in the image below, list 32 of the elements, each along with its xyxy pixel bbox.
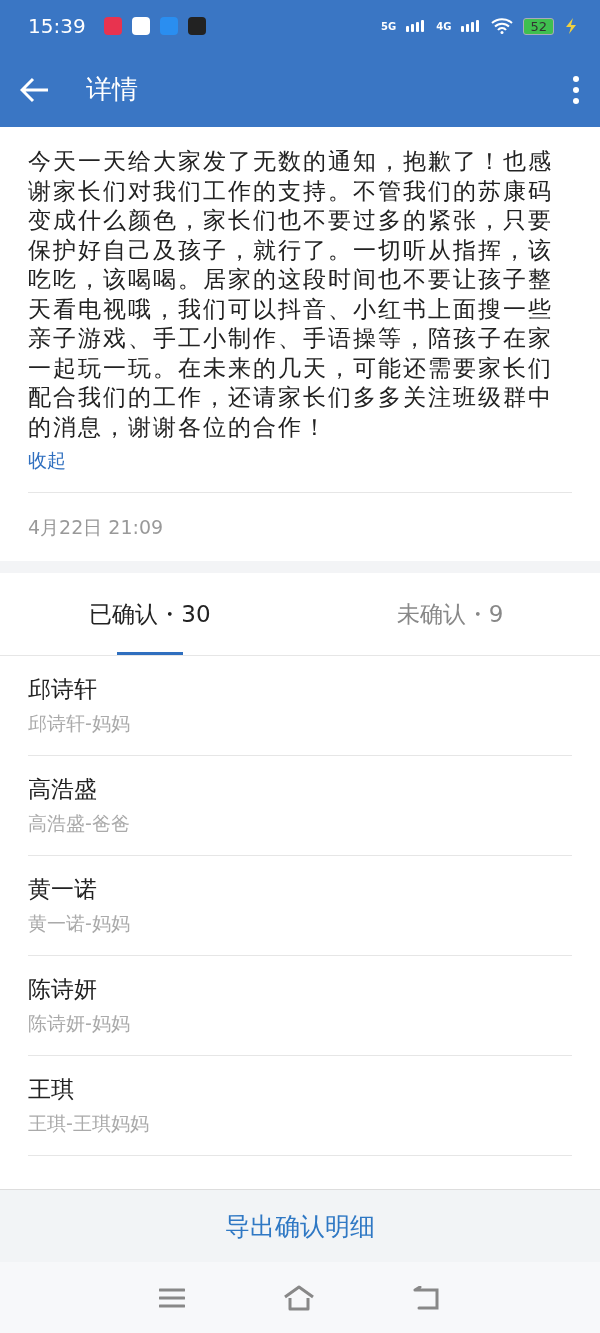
tab[interactable]: 未确认・9 (300, 573, 600, 655)
wifi-icon (491, 18, 514, 34)
export-button[interactable]: 导出确认明细 (219, 1208, 381, 1244)
parent-label: 陈诗妍-妈妈 (28, 1011, 131, 1036)
person-name: 邱诗轩 (28, 675, 98, 704)
parent-label: 高浩盛-爸爸 (28, 811, 131, 836)
notice-text: 今天一天给大家发了无数的通知，抱歉了！也感谢家长们对我们工作的支持。不管我们的苏康码变成什么颜色，家长们也不要过多的紧张，只要保护好自己及孩子，就行了。一切听从指挥，该吃吃，该喝喝。居家的这段时间也不要让孩子整天看电视哦，我们可以抖音、小红书上面搜一些亲子游戏、手工小制作、手语操等，陪孩子在家一起玩一玩。在未来的几天，可能还需要家长们配合我们的工作，还请家长们多多关注班级群中的消息，谢谢各位的合作！ (28, 147, 554, 442)
back-icon[interactable] (413, 1285, 441, 1310)
person-name: 黄一诺 (28, 875, 98, 904)
notice-time: 4月22日 21:09 (28, 516, 164, 538)
charging-icon (564, 18, 578, 34)
app-notification-icon (159, 17, 178, 35)
page-title: 详情 (86, 73, 139, 106)
network-label: 5G (381, 20, 397, 32)
back-arrow-icon[interactable] (20, 76, 50, 103)
home-icon[interactable] (283, 1284, 315, 1311)
tab[interactable]: 已确认・30 (0, 573, 300, 655)
person-name: 王琪 (28, 1075, 75, 1104)
collapse-link[interactable]: 收起 (28, 448, 66, 474)
status-time: 15:39 (28, 14, 86, 38)
person-name: 高浩盛 (28, 775, 98, 804)
person-name: 陈诗妍 (28, 975, 98, 1004)
signal-icon (461, 20, 482, 32)
battery-level: 52 (523, 17, 554, 35)
more-options-icon[interactable] (572, 74, 580, 105)
parent-label: 王琪-王琪妈妈 (28, 1111, 150, 1136)
parent-label: 黄一诺-妈妈 (28, 911, 131, 936)
signal-icon (406, 20, 427, 32)
app-notification-icon (103, 17, 122, 35)
network-label: 4G (436, 20, 452, 32)
menu-icon[interactable] (159, 1287, 185, 1308)
parent-label: 邱诗轩-妈妈 (28, 711, 131, 736)
